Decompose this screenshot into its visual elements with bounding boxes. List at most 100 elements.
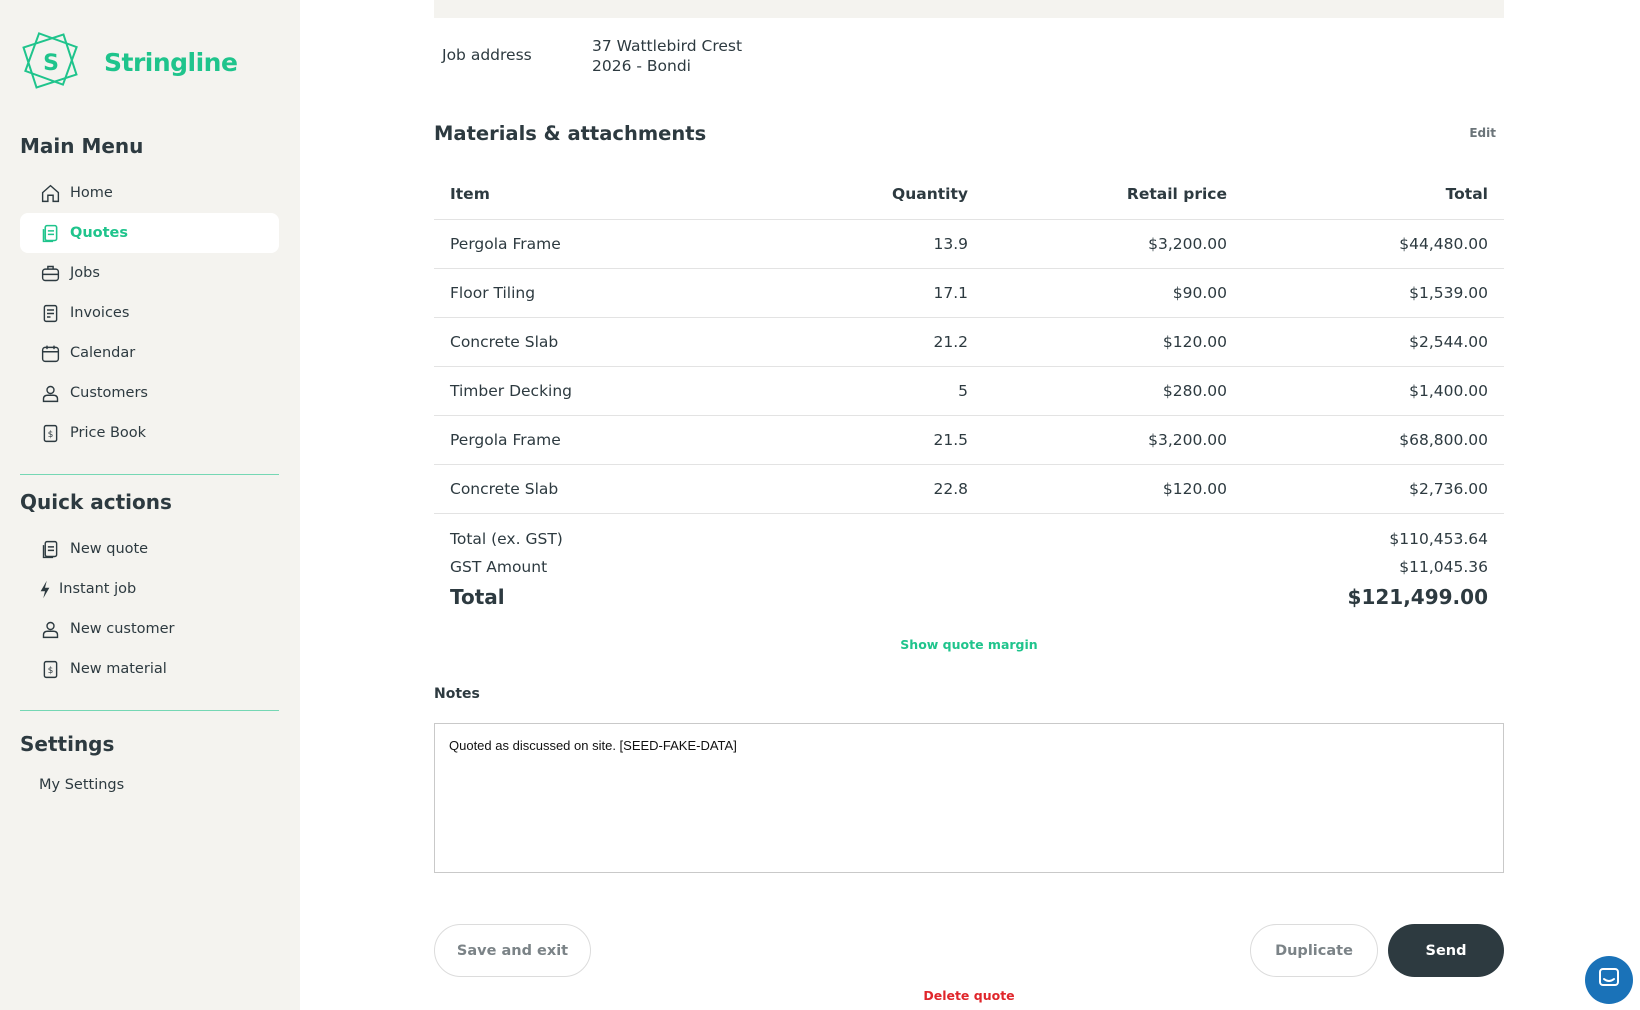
svg-text:$: $ <box>47 430 53 440</box>
table-row: Timber Decking 5 $280.00 $1,400.00 <box>434 366 1504 416</box>
item-name: Concrete Slab <box>434 464 814 514</box>
table-row: Concrete Slab 22.8 $120.00 $2,736.00 <box>434 464 1504 514</box>
item-quantity: 21.2 <box>814 317 968 367</box>
brand[interactable]: S Stringline <box>20 28 238 96</box>
sidebar-item-label: Home <box>70 185 113 201</box>
briefcase-icon <box>39 262 61 284</box>
item-name: Pergola Frame <box>434 415 814 465</box>
stringline-logo-icon: S <box>20 28 82 96</box>
chat-icon <box>1597 966 1621 994</box>
item-retail-price: $280.00 <box>968 366 1227 416</box>
quick-action-instant-job[interactable]: Instant job <box>20 569 279 609</box>
send-button[interactable]: Send <box>1388 924 1504 977</box>
grand-total-value: $121,499.00 <box>1347 585 1488 609</box>
dollar-tag-icon: $ <box>39 422 61 444</box>
table-header-row: Item Quantity Retail price Total <box>434 170 1504 220</box>
item-quantity: 22.8 <box>814 464 968 514</box>
quick-action-label: Instant job <box>59 581 137 597</box>
table-row: Concrete Slab 21.2 $120.00 $2,544.00 <box>434 317 1504 367</box>
sidebar-item-quotes[interactable]: Quotes <box>20 213 279 253</box>
user-icon <box>39 382 61 404</box>
quick-action-label: New customer <box>70 621 175 637</box>
sidebar-divider <box>20 710 279 711</box>
show-quote-margin-link[interactable]: Show quote margin <box>434 637 1504 652</box>
lightning-icon <box>39 578 51 600</box>
calendar-icon <box>39 342 61 364</box>
sidebar-item-customers[interactable]: Customers <box>20 373 279 413</box>
column-header-quantity: Quantity <box>814 170 968 220</box>
svg-text:S: S <box>43 51 59 76</box>
sidebar-item-home[interactable]: Home <box>20 173 279 213</box>
item-quantity: 17.1 <box>814 268 968 318</box>
sidebar-item-label: Quotes <box>70 225 129 241</box>
item-quantity: 21.5 <box>814 415 968 465</box>
main-menu: Home Quotes Jobs Invoices Calendar Custo… <box>20 173 279 453</box>
quick-action-new-quote[interactable]: New quote <box>20 529 279 569</box>
item-total: $68,800.00 <box>1227 415 1504 465</box>
duplicate-button[interactable]: Duplicate <box>1250 924 1378 977</box>
job-address-label: Job address <box>442 46 532 64</box>
svg-text:$: $ <box>47 666 53 676</box>
item-retail-price: $3,200.00 <box>968 219 1227 269</box>
user-icon <box>39 618 61 640</box>
quick-action-label: New quote <box>70 541 149 557</box>
gst-row: GST Amount $11,045.36 <box>450 558 1488 576</box>
settings-menu: My Settings <box>20 765 279 805</box>
sidebar-item-calendar[interactable]: Calendar <box>20 333 279 373</box>
sidebar-item-label: Calendar <box>70 345 136 361</box>
sidebar-item-invoices[interactable]: Invoices <box>20 293 279 333</box>
home-icon <box>39 182 61 204</box>
sidebar-item-jobs[interactable]: Jobs <box>20 253 279 293</box>
quote-document-icon <box>39 222 61 244</box>
sidebar-item-my-settings[interactable]: My Settings <box>20 765 279 805</box>
brand-name: Stringline <box>104 47 238 77</box>
sidebar-divider <box>20 474 279 475</box>
item-retail-price: $90.00 <box>968 268 1227 318</box>
materials-title: Materials & attachments <box>434 122 707 145</box>
notes-label: Notes <box>434 686 480 702</box>
settings-title: Settings <box>20 732 115 756</box>
quick-action-label: New material <box>70 661 167 677</box>
gst-label: GST Amount <box>450 558 548 576</box>
sidebar-item-label: Customers <box>70 385 148 401</box>
table-row: Floor Tiling 17.1 $90.00 $1,539.00 <box>434 268 1504 318</box>
table-row: Pergola Frame 13.9 $3,200.00 $44,480.00 <box>434 219 1504 269</box>
item-quantity: 13.9 <box>814 219 968 269</box>
materials-table: Item Quantity Retail price Total Pergola… <box>434 170 1504 514</box>
item-total: $2,544.00 <box>1227 317 1504 367</box>
item-retail-price: $120.00 <box>968 317 1227 367</box>
delete-quote-link[interactable]: Delete quote <box>434 988 1504 1003</box>
quick-actions: New quote Instant job New customer $ New… <box>20 529 279 689</box>
item-total: $1,539.00 <box>1227 268 1504 318</box>
save-and-exit-button[interactable]: Save and exit <box>434 924 591 977</box>
job-address-line-2: 2026 - Bondi <box>592 57 691 75</box>
item-total: $1,400.00 <box>1227 366 1504 416</box>
notes-textarea[interactable]: Quoted as discussed on site. [SEED-FAKE-… <box>434 723 1504 873</box>
table-row: Pergola Frame 21.5 $3,200.00 $68,800.00 <box>434 415 1504 465</box>
item-total: $2,736.00 <box>1227 464 1504 514</box>
item-name: Pergola Frame <box>434 219 814 269</box>
subtotal-label: Total (ex. GST) <box>450 530 563 548</box>
dollar-tag-icon: $ <box>39 658 61 680</box>
item-quantity: 5 <box>814 366 968 416</box>
sidebar-item-label: Invoices <box>70 305 130 321</box>
item-name: Concrete Slab <box>434 317 814 367</box>
sidebar-item-label: My Settings <box>39 777 125 793</box>
quick-action-new-material[interactable]: $ New material <box>20 649 279 689</box>
edit-materials-link[interactable]: Edit <box>1469 126 1496 140</box>
column-header-retail-price: Retail price <box>968 170 1227 220</box>
item-name: Timber Decking <box>434 366 814 416</box>
gst-value: $11,045.36 <box>1399 558 1488 576</box>
chat-launcher-button[interactable] <box>1585 956 1633 1004</box>
item-total: $44,480.00 <box>1227 219 1504 269</box>
quick-action-new-customer[interactable]: New customer <box>20 609 279 649</box>
subtotal-row: Total (ex. GST) $110,453.64 <box>450 530 1488 548</box>
grand-total-label: Total <box>450 585 505 609</box>
sidebar-item-label: Jobs <box>70 265 100 281</box>
sidebar-item-price-book[interactable]: $ Price Book <box>20 413 279 453</box>
job-address-line-1: 37 Wattlebird Crest <box>592 37 743 55</box>
subtotal-value: $110,453.64 <box>1389 530 1488 548</box>
column-header-total: Total <box>1227 170 1504 220</box>
quick-actions-title: Quick actions <box>20 490 172 514</box>
item-retail-price: $120.00 <box>968 464 1227 514</box>
